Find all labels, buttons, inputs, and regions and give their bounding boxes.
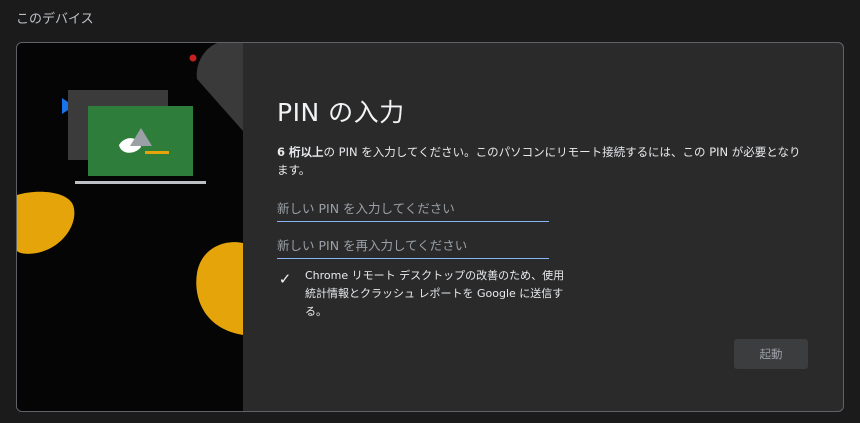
illustration-panel: [17, 43, 243, 411]
yellow-blob-right: [196, 242, 243, 335]
pin-description: 6 桁以上の PIN を入力してください。このパソコンにリモート接続するには、こ…: [277, 143, 807, 179]
yellow-blob-left: [17, 191, 75, 254]
confirm-pin-input[interactable]: [277, 234, 549, 259]
consent-label: Chrome リモート デスクトップの改善のため、使用統計情報とクラッシュ レポ…: [305, 269, 565, 318]
remote-desktop-illustration: [17, 43, 243, 335]
yellow-line: [145, 151, 169, 154]
new-pin-input[interactable]: [277, 197, 549, 222]
check-icon[interactable]: ✓: [277, 271, 293, 287]
gray-corner-shape: [196, 43, 243, 131]
pin-description-text: の PIN を入力してください。このパソコンにリモート接続するには、この PIN…: [277, 145, 801, 177]
laptop-base: [75, 181, 206, 184]
dialog-title: PIN の入力: [277, 98, 405, 127]
pin-setup-card: PIN の入力 6 桁以上の PIN を入力してください。このパソコンにリモート…: [16, 42, 844, 412]
start-button[interactable]: 起動: [734, 339, 808, 369]
section-title: このデバイス: [16, 12, 94, 27]
pin-length-requirement: 6 桁以上: [277, 145, 324, 159]
pin-form: PIN の入力 6 桁以上の PIN を入力してください。このパソコンにリモート…: [243, 43, 843, 411]
red-dot: [189, 54, 197, 62]
